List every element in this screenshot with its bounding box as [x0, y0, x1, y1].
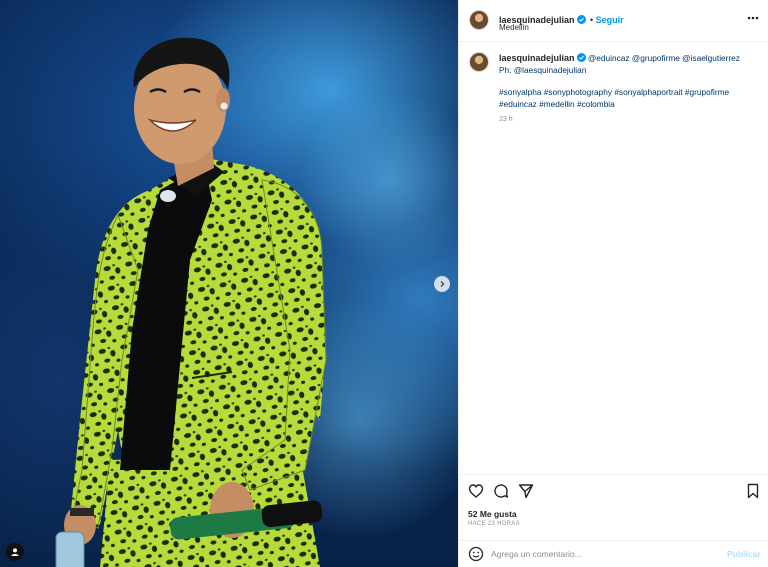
- tagged-users-button[interactable]: [6, 543, 24, 561]
- more-options-icon[interactable]: [746, 11, 760, 25]
- caption-time: 23 h: [499, 116, 513, 123]
- share-icon[interactable]: [518, 483, 534, 499]
- bookmark-icon[interactable]: [745, 483, 761, 499]
- post-actions: 52 Me gusta HACE 23 HORAS: [459, 474, 768, 540]
- comment-icon[interactable]: [493, 483, 509, 499]
- caption-username[interactable]: laesquinadejulian: [499, 53, 575, 63]
- next-photo-button[interactable]: [434, 276, 450, 292]
- publish-button[interactable]: Publicar: [727, 549, 761, 559]
- caption-hashtags[interactable]: #sonyalpha #sonyphotography #sonyalphapo…: [499, 87, 761, 110]
- caption-text: laesquinadejulian @eduincaz @grupofirme …: [499, 53, 761, 126]
- follow-button[interactable]: Seguir: [596, 15, 624, 25]
- performer-illustration: [55, 37, 458, 567]
- post-side-panel: laesquinadejulian • Seguir Medellin laes…: [458, 0, 768, 567]
- post-photo[interactable]: [0, 0, 458, 567]
- heart-icon[interactable]: [468, 483, 484, 499]
- caption-credit[interactable]: Ph: @laesquinadejulian: [499, 65, 761, 77]
- avatar[interactable]: [469, 10, 489, 30]
- verified-badge-icon: [576, 15, 586, 24]
- post-age: HACE 23 HORAS: [468, 521, 520, 527]
- comment-input[interactable]: [491, 545, 711, 563]
- post-header: laesquinadejulian • Seguir Medellin: [459, 0, 768, 42]
- comment-bar: Publicar: [459, 540, 768, 567]
- caption-mentions[interactable]: @eduincaz @grupofirme @isaelgutierrez: [588, 53, 740, 63]
- caption-avatar[interactable]: [469, 52, 489, 72]
- emoji-icon[interactable]: [468, 546, 484, 562]
- location-link[interactable]: Medellin: [499, 23, 529, 32]
- verified-badge-icon: [576, 53, 586, 62]
- user-tag-icon: [11, 548, 19, 556]
- chevron-right-icon: [440, 281, 445, 287]
- likes-count[interactable]: 52 Me gusta: [468, 509, 517, 519]
